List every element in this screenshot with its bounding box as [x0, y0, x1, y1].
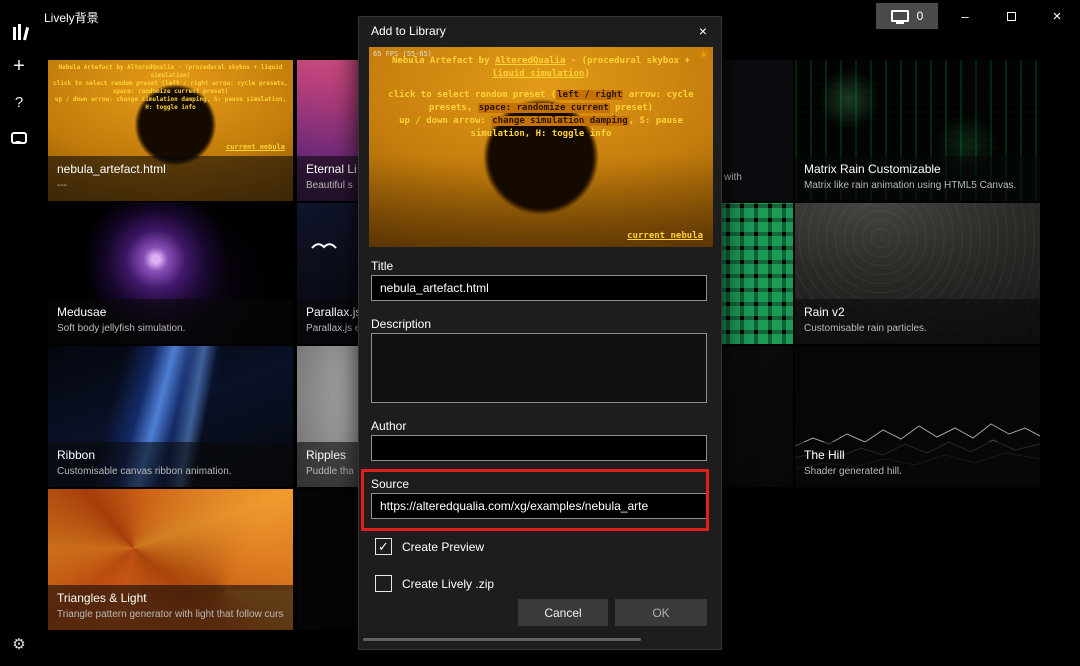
- window-controls: 0 – ×: [876, 0, 1080, 32]
- preview-line3: up / down arrow: change simulation dampi…: [376, 115, 706, 141]
- tile-subtitle: Shader generated hill.: [804, 465, 1031, 478]
- source-input[interactable]: [371, 493, 707, 519]
- alteredqualia-link[interactable]: AlteredQualia: [495, 56, 565, 66]
- wallpaper-tile-ribbon[interactable]: Ribbon Customisable canvas ribbon animat…: [48, 346, 293, 487]
- bird-icon: [311, 239, 337, 251]
- library-icon: [13, 24, 26, 40]
- nebula-overlay-info: Nebula Artefact by AlteredQualia - (proc…: [51, 64, 290, 112]
- liquid-simulation-link[interactable]: liquid simulation: [492, 69, 584, 79]
- create-preview-label: Create Preview: [402, 540, 484, 554]
- dialog-close-button[interactable]: ×: [691, 20, 715, 42]
- wallpaper-tile-matrix[interactable]: Matrix Rain Customizable Matrix like rai…: [795, 60, 1040, 201]
- nebula-badge: current_nebula: [226, 143, 285, 151]
- tile-title: Rain v2: [804, 305, 1031, 320]
- create-preview-row: ✓ Create Preview: [375, 538, 484, 555]
- cancel-button[interactable]: Cancel: [518, 599, 608, 626]
- title-label: Title: [371, 259, 393, 273]
- tile-subtitle-tail: with: [724, 172, 742, 183]
- title-input[interactable]: [371, 275, 707, 301]
- create-zip-label: Create Lively .zip: [402, 577, 494, 591]
- tile-title: Medusae: [57, 305, 284, 320]
- feedback-icon: [11, 132, 27, 144]
- monitor-icon: [891, 10, 909, 22]
- tile-title: Ribbon: [57, 448, 284, 463]
- tile-label: Rain v2 Customisable rain particles.: [795, 299, 1040, 344]
- dialog-title: Add to Library: [371, 24, 446, 38]
- wallpaper-tile-nebula[interactable]: Nebula Artefact by AlteredQualia - (proc…: [48, 60, 293, 201]
- question-icon: ?: [15, 94, 23, 111]
- app-title: Lively背景: [44, 9, 99, 26]
- tile-subtitle: ---: [57, 179, 284, 192]
- tile-subtitle: Triangle pattern generator with light th…: [57, 608, 284, 621]
- sidebar-item-feedback[interactable]: [0, 126, 38, 150]
- sidebar: + ? ⚙: [0, 0, 38, 666]
- tile-subtitle: Matrix like rain animation using HTML5 C…: [804, 179, 1031, 192]
- tile-label: Ribbon Customisable canvas ribbon animat…: [48, 442, 293, 487]
- horizontal-scrollbar[interactable]: [363, 638, 641, 641]
- wallpaper-preview: 65 FPS (55-65) ☀ Nebula Artefact by Alte…: [369, 47, 713, 247]
- description-label: Description: [371, 317, 431, 331]
- close-button[interactable]: ×: [1034, 0, 1080, 32]
- tile-title: Matrix Rain Customizable: [804, 162, 1031, 177]
- sidebar-item-settings[interactable]: ⚙: [0, 632, 38, 656]
- plus-icon: +: [13, 56, 25, 76]
- wallpaper-tile-rain[interactable]: Rain v2 Customisable rain particles.: [795, 203, 1040, 344]
- display-select-button[interactable]: 0: [876, 3, 938, 29]
- ok-button[interactable]: OK: [615, 599, 707, 626]
- tile-subtitle: Customisable canvas ribbon animation.: [57, 465, 284, 478]
- tile-label: Triangles & Light Triangle pattern gener…: [48, 585, 293, 630]
- tile-title: Triangles & Light: [57, 591, 284, 606]
- tile-subtitle: Soft body jellyfish simulation.: [57, 322, 284, 335]
- create-zip-checkbox[interactable]: [375, 575, 392, 592]
- author-input[interactable]: [371, 435, 707, 461]
- wallpaper-tile-medusae[interactable]: Medusae Soft body jellyfish simulation.: [48, 203, 293, 344]
- tile-label: Medusae Soft body jellyfish simulation.: [48, 299, 293, 344]
- current-nebula-badge: current_nebula: [627, 231, 703, 241]
- author-label: Author: [371, 419, 406, 433]
- preview-line2: click to select random preset (left / ri…: [376, 89, 706, 115]
- tile-label: The Hill Shader generated hill.: [795, 442, 1040, 487]
- add-to-library-dialog: Add to Library × 65 FPS (55-65) ☀ Nebula…: [358, 16, 722, 650]
- gear-icon: ⚙: [12, 635, 25, 653]
- tile-label: Matrix Rain Customizable Matrix like rai…: [795, 156, 1040, 201]
- create-preview-checkbox[interactable]: ✓: [375, 538, 392, 555]
- create-zip-row: Create Lively .zip: [375, 575, 494, 592]
- preview-line1: Nebula Artefact by AlteredQualia - (proc…: [376, 55, 706, 81]
- maximize-button[interactable]: [988, 0, 1034, 32]
- display-count: 0: [917, 9, 924, 23]
- sidebar-item-library[interactable]: [0, 20, 38, 44]
- minimize-button[interactable]: –: [942, 0, 988, 32]
- app-window: Lively背景 0 – × + ? ⚙ Nebula Artefact by …: [0, 0, 1080, 666]
- source-label: Source: [371, 477, 409, 491]
- maximize-icon: [1007, 12, 1016, 21]
- tile-title: The Hill: [804, 448, 1031, 463]
- wallpaper-tile-triangles[interactable]: Triangles & Light Triangle pattern gener…: [48, 489, 293, 630]
- tile-subtitle: Customisable rain particles.: [804, 322, 1031, 335]
- wallpaper-tile-hill[interactable]: The Hill Shader generated hill.: [795, 346, 1040, 487]
- tile-title: nebula_artefact.html: [57, 162, 284, 177]
- preview-info-text: Nebula Artefact by AlteredQualia - (proc…: [376, 55, 706, 141]
- sidebar-item-add[interactable]: +: [0, 54, 38, 78]
- description-input[interactable]: [371, 333, 707, 403]
- sidebar-item-help[interactable]: ?: [0, 90, 38, 114]
- tile-label: nebula_artefact.html ---: [48, 156, 293, 201]
